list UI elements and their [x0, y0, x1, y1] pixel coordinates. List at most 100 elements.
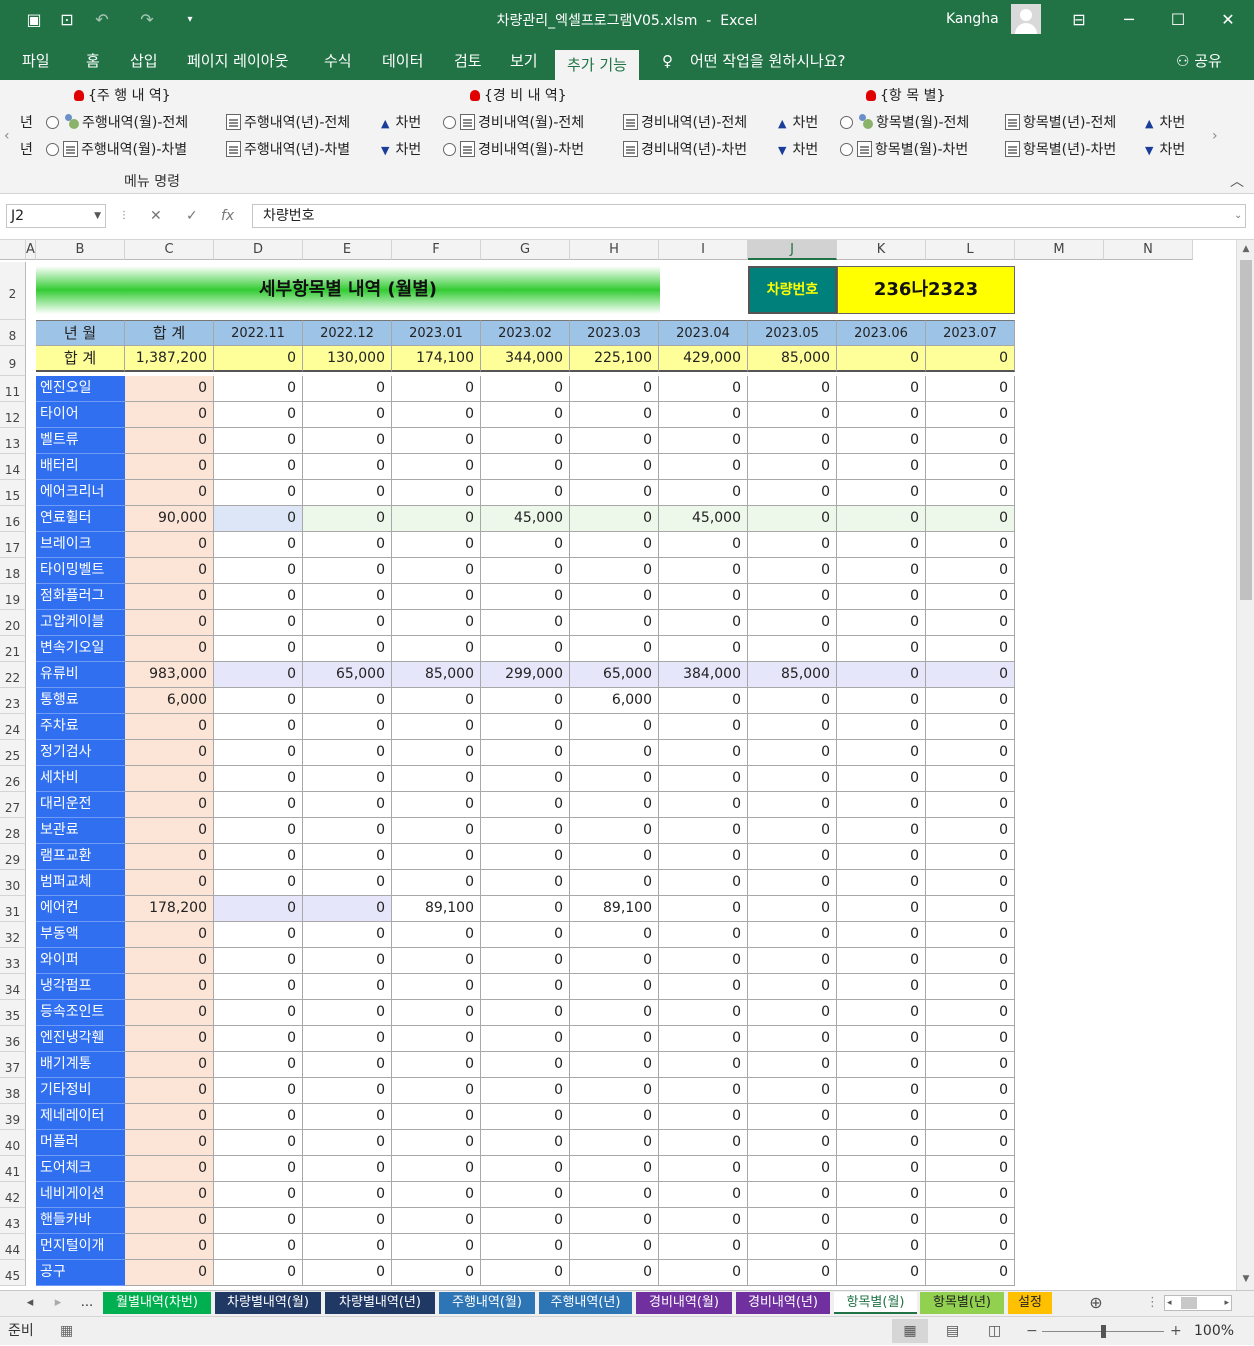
value-cell[interactable]: 0: [481, 1026, 570, 1052]
row-header[interactable]: 45: [0, 1260, 26, 1286]
value-cell[interactable]: 0: [392, 688, 481, 714]
value-cell[interactable]: 0: [214, 896, 303, 922]
category-label[interactable]: 제네레이터: [36, 1104, 125, 1130]
value-cell[interactable]: 0: [837, 1052, 926, 1078]
value-cell[interactable]: 0: [659, 1078, 748, 1104]
value-cell[interactable]: 0: [659, 1104, 748, 1130]
row-total-cell[interactable]: 0: [125, 974, 214, 1000]
row-total-cell[interactable]: 0: [125, 584, 214, 610]
value-cell[interactable]: 0: [481, 480, 570, 506]
column-header[interactable]: G: [481, 240, 570, 260]
radio-icon[interactable]: [443, 116, 456, 129]
value-cell[interactable]: 0: [837, 870, 926, 896]
scroll-down-icon[interactable]: ▼: [1237, 1274, 1254, 1284]
value-cell[interactable]: 0: [748, 1104, 837, 1130]
value-cell[interactable]: 0: [926, 558, 1015, 584]
user-name[interactable]: Kangha: [946, 9, 999, 29]
row-header[interactable]: 19: [0, 584, 26, 610]
total-value[interactable]: 0: [214, 346, 303, 372]
value-cell[interactable]: 0: [392, 428, 481, 454]
row-header[interactable]: 9: [0, 346, 26, 376]
value-cell[interactable]: 0: [214, 714, 303, 740]
row-header[interactable]: 40: [0, 1130, 26, 1156]
h-scroll-thumb[interactable]: [1181, 1297, 1197, 1309]
value-cell[interactable]: 0: [926, 610, 1015, 636]
row-total-cell[interactable]: 0: [125, 1000, 214, 1026]
value-cell[interactable]: 0: [303, 584, 392, 610]
value-cell[interactable]: 0: [837, 1182, 926, 1208]
value-cell[interactable]: 0: [392, 1078, 481, 1104]
value-cell[interactable]: 0: [214, 506, 303, 532]
value-cell[interactable]: 0: [837, 402, 926, 428]
value-cell[interactable]: 0: [837, 818, 926, 844]
value-cell[interactable]: 0: [748, 454, 837, 480]
sheet-tab[interactable]: 월별내역(차번): [103, 1292, 211, 1314]
value-cell[interactable]: 0: [481, 1182, 570, 1208]
option-expense-carno-down[interactable]: ▼ 차번: [778, 140, 818, 161]
value-cell[interactable]: 0: [392, 1130, 481, 1156]
value-cell[interactable]: 0: [214, 948, 303, 974]
value-cell[interactable]: 0: [926, 636, 1015, 662]
value-cell[interactable]: 0: [481, 454, 570, 480]
row-total-cell[interactable]: 0: [125, 740, 214, 766]
value-cell[interactable]: 0: [837, 532, 926, 558]
value-cell[interactable]: 0: [481, 1156, 570, 1182]
value-cell[interactable]: 0: [303, 636, 392, 662]
option-items-year-car[interactable]: 항목별(년)-차번: [1005, 140, 1116, 160]
row-header[interactable]: 32: [0, 922, 26, 948]
value-cell[interactable]: 0: [748, 1130, 837, 1156]
value-cell[interactable]: 0: [748, 584, 837, 610]
value-cell[interactable]: 0: [659, 532, 748, 558]
value-cell[interactable]: 0: [392, 1156, 481, 1182]
value-cell[interactable]: 0: [570, 844, 659, 870]
value-cell[interactable]: 0: [392, 584, 481, 610]
value-cell[interactable]: 0: [214, 818, 303, 844]
value-cell[interactable]: 0: [392, 610, 481, 636]
value-cell[interactable]: 0: [748, 532, 837, 558]
value-cell[interactable]: 0: [570, 974, 659, 1000]
category-label[interactable]: 타이어: [36, 402, 125, 428]
value-cell[interactable]: 0: [926, 506, 1015, 532]
value-cell[interactable]: 0: [392, 1104, 481, 1130]
value-cell[interactable]: 0: [214, 662, 303, 688]
value-cell[interactable]: 0: [570, 1208, 659, 1234]
value-cell[interactable]: 0: [748, 922, 837, 948]
value-cell[interactable]: 0: [926, 714, 1015, 740]
value-cell[interactable]: 0: [926, 1052, 1015, 1078]
category-label[interactable]: 통행료: [36, 688, 125, 714]
column-header[interactable]: C: [125, 240, 214, 260]
row-header[interactable]: 31: [0, 896, 26, 922]
value-cell[interactable]: 0: [748, 376, 837, 402]
value-cell[interactable]: 0: [481, 974, 570, 1000]
value-cell[interactable]: 0: [570, 870, 659, 896]
value-cell[interactable]: 0: [837, 506, 926, 532]
value-cell[interactable]: 0: [214, 454, 303, 480]
row-total-cell[interactable]: 90,000: [125, 506, 214, 532]
value-cell[interactable]: 0: [926, 1104, 1015, 1130]
value-cell[interactable]: 0: [570, 506, 659, 532]
add-sheet-icon[interactable]: ⊕: [1084, 1292, 1108, 1314]
value-cell[interactable]: 0: [748, 688, 837, 714]
value-cell[interactable]: 0: [659, 1130, 748, 1156]
value-cell[interactable]: 0: [926, 532, 1015, 558]
row-total-cell[interactable]: 0: [125, 714, 214, 740]
value-cell[interactable]: 0: [748, 1026, 837, 1052]
total-value[interactable]: 0: [926, 346, 1015, 372]
collapse-ribbon-icon[interactable]: ︿: [1230, 172, 1244, 192]
value-cell[interactable]: 0: [481, 688, 570, 714]
value-cell[interactable]: 0: [392, 1000, 481, 1026]
value-cell[interactable]: 0: [303, 480, 392, 506]
value-cell[interactable]: 0: [926, 896, 1015, 922]
value-cell[interactable]: 0: [748, 402, 837, 428]
value-cell[interactable]: 0: [303, 766, 392, 792]
zoom-slider-thumb[interactable]: [1101, 1325, 1106, 1338]
row-total-cell[interactable]: 0: [125, 636, 214, 662]
category-label[interactable]: 배터리: [36, 454, 125, 480]
value-cell[interactable]: 6,000: [570, 688, 659, 714]
tab-insert[interactable]: 삽입: [130, 50, 158, 80]
value-cell[interactable]: 65,000: [303, 662, 392, 688]
value-cell[interactable]: 0: [214, 1182, 303, 1208]
value-cell[interactable]: 0: [392, 818, 481, 844]
value-cell[interactable]: 0: [748, 740, 837, 766]
option-items-month-all[interactable]: 항목별(월)-전체: [840, 113, 969, 133]
